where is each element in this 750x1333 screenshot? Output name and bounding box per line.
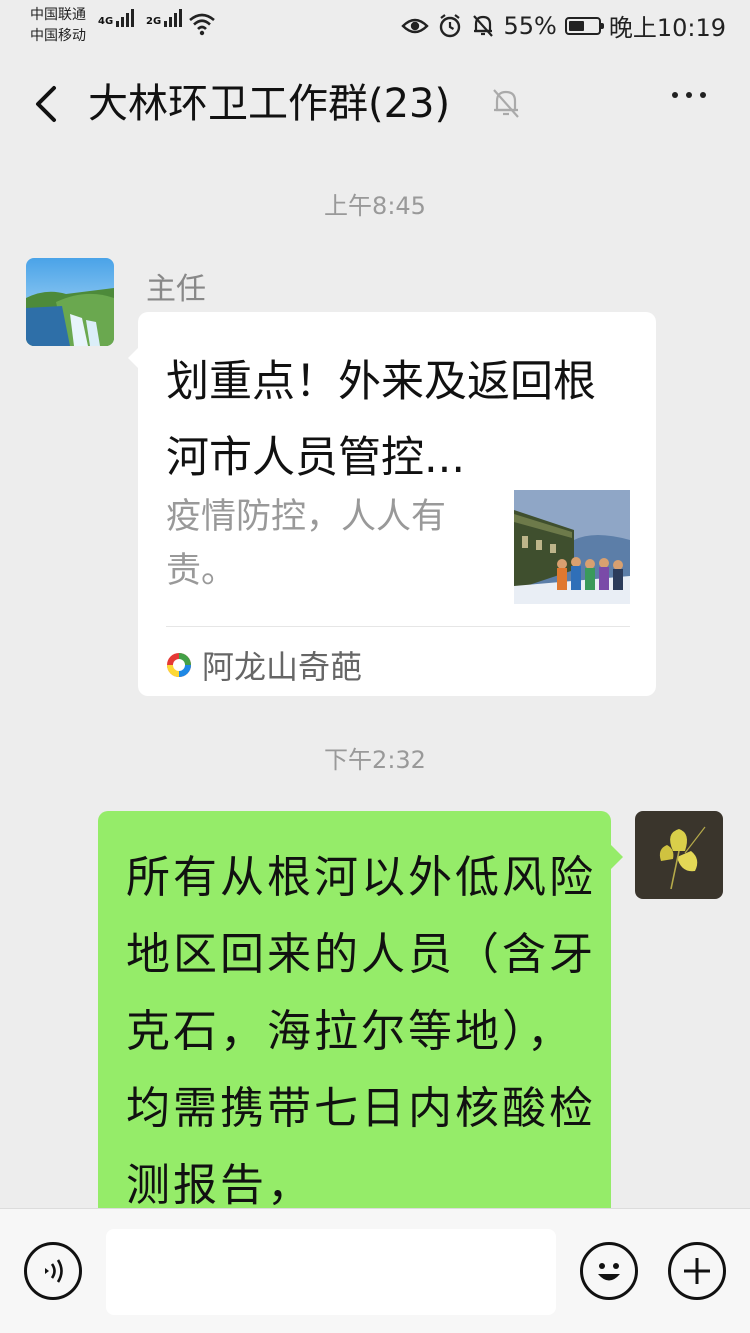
- card-divider: [166, 626, 630, 627]
- network-type-2: 2G: [146, 16, 162, 27]
- timestamp: 上午8:45: [324, 192, 426, 220]
- chat-header: 大林环卫工作群(23): [0, 52, 750, 156]
- status-time: 晚上10:19: [608, 14, 726, 42]
- back-arrow-icon[interactable]: [28, 80, 68, 128]
- carrier-info: 中国联通 中国移动: [30, 5, 86, 47]
- eye-icon: [401, 18, 430, 33]
- my-message-bubble[interactable]: 所有从根河以外低风险地区回来的人员（含牙克石，海拉尔等地），均需携带七日内核酸检…: [98, 811, 623, 1231]
- network-type-1: 4G: [98, 16, 114, 27]
- signal-icon: 4G: [98, 9, 135, 27]
- notifications-off-icon: [473, 14, 494, 37]
- card-description: 疫情防控，人人有责。: [166, 497, 447, 591]
- sender-name: 主任: [146, 272, 206, 307]
- status-bar: 中国联通 中国移动 4G 2G 55% 晚上10:19: [0, 0, 750, 52]
- source-logo-icon: [167, 653, 191, 677]
- carrier-2: 中国移动: [30, 28, 86, 44]
- card-thumbnail: [514, 490, 630, 604]
- input-bar: [0, 1208, 750, 1333]
- sender-avatar[interactable]: [26, 258, 114, 346]
- carrier-1: 中国联通: [30, 7, 86, 23]
- card-source[interactable]: 阿龙山奇葩: [166, 642, 362, 688]
- wifi-icon: [189, 13, 215, 36]
- alarm-icon: [440, 13, 461, 37]
- voice-button[interactable]: [24, 1242, 82, 1300]
- plus-icon: [684, 1258, 710, 1284]
- my-message-text: 所有从根河以外低风险地区回来的人员（含牙克石，海拉尔等地），均需携带七日内核酸检…: [126, 852, 596, 1211]
- voice-icon: [45, 1259, 63, 1283]
- link-card[interactable]: 划重点！外来及返回根河市人员管控... 疫情防控，人人有责。 阿龙山奇葩: [128, 312, 656, 696]
- chat-title: 大林环卫工作群(23): [88, 81, 451, 127]
- card-title: 划重点！外来及返回根河市人员管控...: [166, 357, 596, 483]
- status-right: 55% 晚上10:19: [401, 8, 726, 43]
- timestamp-2: 下午2:32: [324, 746, 426, 774]
- mute-bell-icon: [493, 89, 519, 118]
- more-icon[interactable]: [672, 92, 706, 98]
- signal-icon-2: 2G: [146, 9, 183, 27]
- source-name: 阿龙山奇葩: [202, 648, 363, 686]
- plus-button[interactable]: [668, 1242, 726, 1300]
- message-input[interactable]: [106, 1229, 556, 1315]
- battery-percent: 55%: [503, 11, 557, 40]
- emoji-icon: [598, 1263, 620, 1281]
- battery-icon: [564, 16, 604, 35]
- my-avatar[interactable]: [635, 811, 723, 899]
- emoji-button[interactable]: [580, 1242, 638, 1300]
